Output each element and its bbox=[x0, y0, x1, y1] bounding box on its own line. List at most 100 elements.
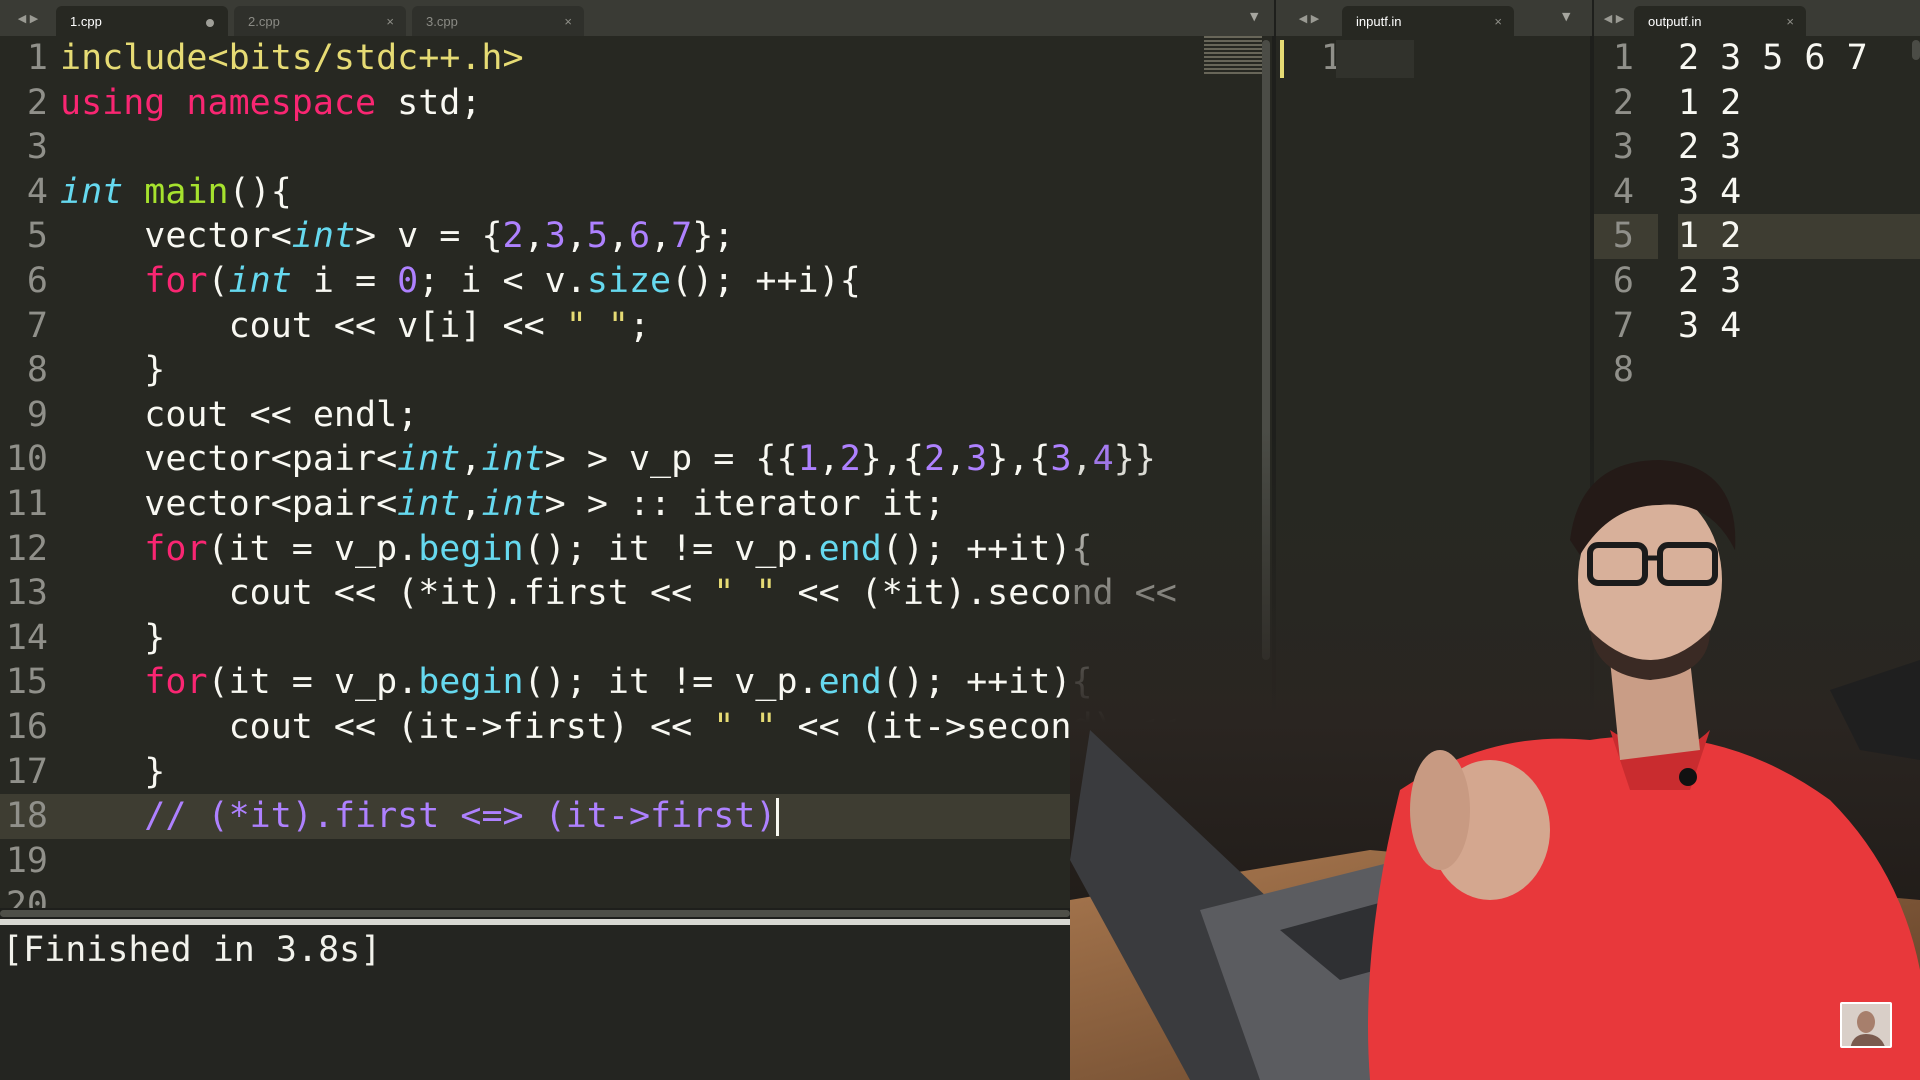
output-line[interactable]: 3 4 bbox=[1678, 304, 1920, 349]
tab-label: 2.cpp bbox=[248, 13, 280, 29]
close-icon[interactable]: × bbox=[1494, 14, 1502, 29]
tab-nav-arrows-icon[interactable]: ◀ ▶ bbox=[0, 0, 56, 36]
code-token: include<bits/stdc++.h> bbox=[60, 38, 524, 78]
output-text-area[interactable]: 2 3 5 6 71 22 33 41 22 33 4 bbox=[1678, 36, 1920, 393]
output-line[interactable] bbox=[1678, 348, 1920, 393]
code-token: i = bbox=[291, 260, 398, 301]
code-token: 0 bbox=[397, 260, 419, 301]
output-line[interactable]: 1 2 bbox=[1678, 214, 1920, 259]
code-token: ; i < v. bbox=[418, 260, 587, 301]
code-token: , bbox=[460, 483, 482, 524]
code-token: cout << endl; bbox=[60, 394, 419, 435]
horizontal-scrollbar[interactable] bbox=[0, 910, 1070, 917]
code-token: " " bbox=[713, 573, 777, 614]
output-line[interactable]: 1 2 bbox=[1678, 81, 1920, 126]
code-line[interactable]: include<bits/stdc++.h> bbox=[60, 36, 1272, 81]
tab-nav-arrows-icon[interactable]: ◀ ▶ bbox=[1594, 0, 1634, 36]
left-tab-bar: ◀ ▶ 1.cpp 2.cpp × 3.cpp × ▼ bbox=[0, 0, 1274, 36]
code-token: (it = v_p. bbox=[207, 528, 419, 569]
webcam-thumbnail[interactable] bbox=[1840, 1002, 1892, 1048]
output-scrollbar[interactable] bbox=[1912, 40, 1920, 60]
code-token: vector< bbox=[60, 216, 292, 257]
output-line-gutter: 12345678 bbox=[1594, 36, 1658, 393]
code-token: " " bbox=[565, 305, 629, 346]
code-token: size bbox=[586, 260, 672, 301]
code-token: },{ bbox=[860, 439, 924, 480]
code-token: using namespace bbox=[60, 82, 377, 123]
tab-2-cpp[interactable]: 2.cpp × bbox=[234, 6, 406, 36]
tab-dropdown-icon[interactable]: ▼ bbox=[1562, 10, 1570, 23]
output-tab-bar: ◀ ▶ outputf.in × bbox=[1592, 0, 1920, 36]
lapel-mic bbox=[1679, 768, 1697, 786]
code-line[interactable]: cout << v[i] << " "; bbox=[60, 304, 1272, 349]
close-icon[interactable]: × bbox=[386, 14, 394, 29]
code-token: ( bbox=[207, 260, 229, 301]
minimap[interactable] bbox=[1204, 36, 1262, 76]
code-token: end bbox=[818, 662, 882, 703]
code-line[interactable]: } bbox=[60, 348, 1272, 393]
tab-dropdown-icon[interactable]: ▼ bbox=[1250, 10, 1258, 23]
code-token: , bbox=[460, 439, 482, 480]
code-token: } bbox=[60, 617, 166, 658]
code-token: for bbox=[144, 260, 208, 301]
code-token: for bbox=[144, 662, 208, 703]
code-token: cout << (*it).first << bbox=[60, 573, 714, 614]
input-tab-bar: ◀ ▶ inputf.in × ▼ bbox=[1274, 0, 1592, 36]
code-token: (); ++it){ bbox=[881, 528, 1093, 569]
code-token: (){ bbox=[228, 171, 292, 212]
code-token: } bbox=[60, 751, 166, 792]
line-number: 8 bbox=[1612, 350, 1634, 391]
code-token: 3 bbox=[966, 439, 988, 480]
output-line[interactable]: 3 4 bbox=[1678, 170, 1920, 215]
code-token: for bbox=[144, 528, 208, 569]
code-token: (); it != v_p. bbox=[523, 662, 819, 703]
code-token: > > v_p = {{ bbox=[544, 439, 798, 480]
code-token: std; bbox=[376, 82, 482, 123]
code-token: > > :: iterator it; bbox=[544, 483, 946, 524]
build-status-text: [Finished in 3.8s] bbox=[2, 930, 382, 970]
code-token: 3 bbox=[1050, 439, 1072, 480]
code-token: cout << (it->first) << bbox=[60, 706, 714, 747]
code-line[interactable]: int main(){ bbox=[60, 170, 1272, 215]
code-token: , bbox=[945, 439, 967, 480]
tab-label: 1.cpp bbox=[70, 13, 102, 29]
tab-3-cpp[interactable]: 3.cpp × bbox=[412, 6, 584, 36]
close-icon[interactable]: × bbox=[1786, 14, 1794, 29]
tab-inputf-in[interactable]: inputf.in × bbox=[1342, 6, 1514, 36]
code-token: , bbox=[818, 439, 840, 480]
code-token: , bbox=[565, 216, 587, 257]
tab-label: 3.cpp bbox=[426, 13, 458, 29]
code-token: },{ bbox=[987, 439, 1051, 480]
code-token: int bbox=[481, 439, 545, 480]
presenter-video-overlay bbox=[1070, 430, 1920, 1080]
code-line[interactable]: for(int i = 0; i < v.size(); ++i){ bbox=[60, 259, 1272, 304]
tab-nav-arrows-icon[interactable]: ◀ ▶ bbox=[1276, 0, 1342, 36]
code-line[interactable]: using namespace std; bbox=[60, 81, 1272, 126]
tab-label: outputf.in bbox=[1648, 13, 1702, 29]
tab-1-cpp[interactable]: 1.cpp bbox=[56, 6, 228, 36]
code-token: int bbox=[481, 483, 545, 524]
current-line-highlight bbox=[1336, 40, 1414, 78]
output-line[interactable]: 2 3 bbox=[1678, 259, 1920, 304]
code-token: vector<pair< bbox=[60, 439, 398, 480]
code-token: , bbox=[523, 216, 545, 257]
code-token: 6 bbox=[629, 216, 651, 257]
code-token: , bbox=[607, 216, 629, 257]
code-line[interactable] bbox=[60, 125, 1272, 170]
code-token: 1 bbox=[797, 439, 819, 480]
output-line[interactable]: 2 3 bbox=[1678, 125, 1920, 170]
code-token: int bbox=[291, 216, 356, 257]
code-token: begin bbox=[418, 528, 524, 569]
close-icon[interactable]: × bbox=[564, 14, 572, 29]
modified-dot-icon[interactable] bbox=[206, 19, 214, 27]
tab-label: inputf.in bbox=[1356, 13, 1402, 29]
line-number: 1 bbox=[1612, 38, 1634, 78]
text-cursor bbox=[776, 798, 780, 837]
code-token: 2 bbox=[839, 439, 861, 480]
code-line[interactable]: vector<int> v = {2,3,5,6,7}; bbox=[60, 214, 1272, 259]
output-line[interactable]: 2 3 5 6 7 bbox=[1678, 36, 1920, 81]
line-number: 4 bbox=[1612, 171, 1634, 212]
tab-outputf-in[interactable]: outputf.in × bbox=[1634, 6, 1806, 36]
